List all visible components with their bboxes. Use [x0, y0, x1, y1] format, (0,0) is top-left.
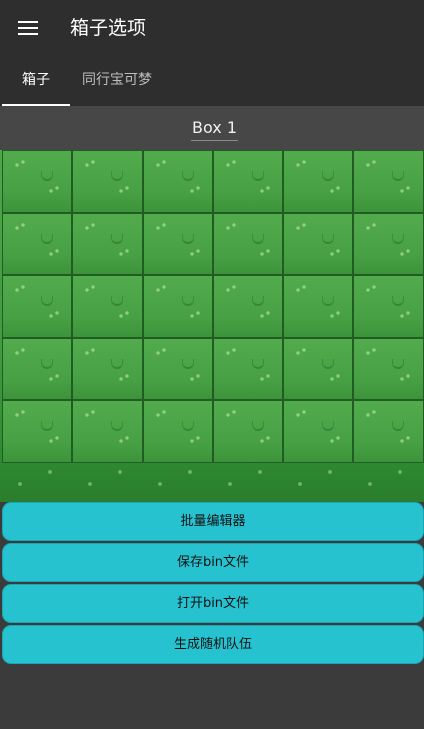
box-grid-area — [0, 150, 424, 502]
box-slot-grid — [2, 150, 424, 464]
box-slot[interactable] — [353, 275, 424, 338]
tab-party-pokemon[interactable]: 同行宝可梦 — [72, 56, 162, 106]
box-slot[interactable] — [2, 337, 73, 401]
page-title: 箱子选项 — [70, 17, 147, 39]
box-slot[interactable] — [212, 400, 284, 463]
box-slot[interactable] — [212, 212, 284, 276]
box-slot[interactable] — [353, 212, 424, 276]
box-slot[interactable] — [353, 150, 424, 213]
tab-boxes[interactable]: 箱子 — [2, 56, 70, 106]
box-slot[interactable] — [212, 337, 284, 401]
box-slot[interactable] — [72, 275, 143, 338]
tab-bar: 箱子 同行宝可梦 — [0, 56, 424, 106]
box-slot[interactable] — [283, 150, 354, 213]
box-slot[interactable] — [2, 400, 73, 463]
box-slot[interactable] — [142, 275, 213, 338]
box-name-dropdown[interactable]: Box 1 — [191, 117, 239, 141]
box-slot[interactable] — [142, 150, 213, 213]
menu-button[interactable] — [10, 10, 46, 46]
app-bar: 箱子选项 箱子 同行宝可梦 — [0, 0, 424, 106]
batch-editor-button[interactable]: 批量编辑器 — [2, 502, 424, 541]
box-slot[interactable] — [283, 275, 354, 338]
box-slot[interactable] — [212, 150, 284, 213]
random-team-button[interactable]: 生成随机队伍 — [2, 625, 424, 664]
box-slot[interactable] — [72, 212, 143, 276]
hamburger-menu-icon — [18, 21, 38, 35]
box-slot[interactable] — [142, 212, 213, 276]
box-slot[interactable] — [72, 400, 143, 463]
box-slot[interactable] — [2, 275, 73, 338]
box-slot[interactable] — [283, 212, 354, 276]
box-slot[interactable] — [212, 275, 284, 338]
save-bin-button[interactable]: 保存bin文件 — [2, 543, 424, 582]
box-slot[interactable] — [353, 337, 424, 401]
box-slot[interactable] — [283, 337, 354, 401]
app-root: 箱子选项 箱子 同行宝可梦 Box 1 批量编辑器 保存bin文件 打开bin文… — [0, 0, 424, 729]
box-slot[interactable] — [72, 337, 143, 401]
box-selector: Box 1 — [0, 106, 424, 150]
box-slot[interactable] — [142, 400, 213, 463]
box-slot[interactable] — [283, 400, 354, 463]
box-slot[interactable] — [142, 337, 213, 401]
box-slot[interactable] — [2, 212, 73, 276]
open-bin-button[interactable]: 打开bin文件 — [2, 584, 424, 623]
box-slot[interactable] — [353, 400, 424, 463]
box-slot[interactable] — [72, 150, 143, 213]
box-slot[interactable] — [2, 150, 73, 213]
